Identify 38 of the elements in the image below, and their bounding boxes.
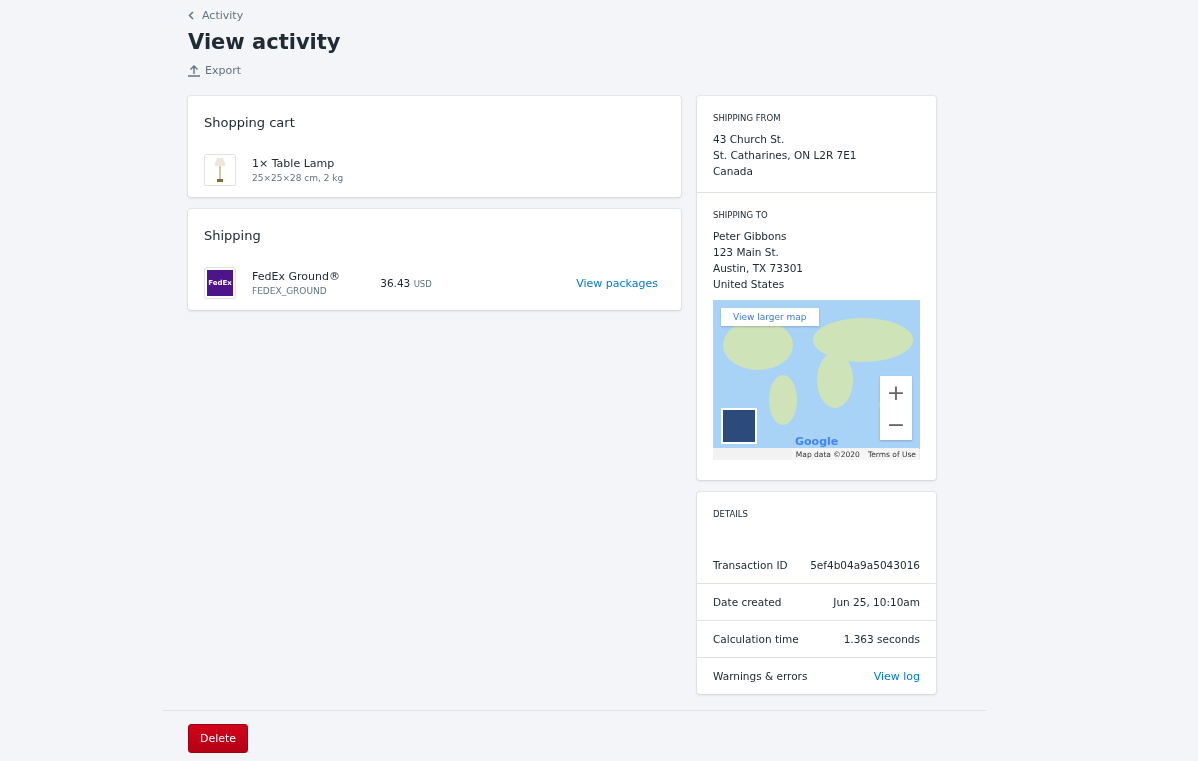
detail-label: Date created bbox=[713, 595, 782, 610]
detail-value: Jun 25, 10:10am bbox=[833, 595, 920, 610]
map-logo: Google bbox=[795, 435, 839, 448]
section-heading: SHIPPING TO bbox=[713, 210, 769, 220]
address-line: Austin, TX 73301 bbox=[713, 261, 805, 276]
address-line: 123 Main St. bbox=[713, 245, 780, 260]
page-title: View activity bbox=[188, 30, 342, 54]
upload-icon bbox=[188, 64, 200, 77]
detail-label: Warnings & errors bbox=[713, 669, 808, 684]
address-line: Peter Gibbons bbox=[713, 229, 788, 244]
chevron-left-icon bbox=[188, 11, 194, 20]
detail-label: Transaction ID bbox=[713, 558, 788, 573]
view-packages-link[interactable]: View packages bbox=[576, 276, 658, 290]
detail-value: 5ef4b04a9a5043016 bbox=[810, 558, 920, 573]
back-link[interactable]: Activity bbox=[188, 9, 1198, 22]
item-dimensions: 25×25×28 cm, 2 kg bbox=[252, 173, 344, 183]
detail-value: 1.363 seconds bbox=[843, 632, 920, 647]
address-line: United States bbox=[713, 277, 786, 292]
view-log-link[interactable]: View log bbox=[873, 669, 920, 683]
item-name: 1× Table Lamp bbox=[252, 157, 336, 170]
address-line: St. Catharines, ON L2R 7E1 bbox=[713, 148, 858, 163]
rate-price: 36.43 USD bbox=[380, 277, 433, 289]
view-larger-map-link[interactable]: View larger map bbox=[721, 308, 819, 326]
card-title: Shipping bbox=[203, 227, 262, 243]
zoom-out-button[interactable]: − bbox=[880, 408, 912, 440]
satellite-toggle[interactable] bbox=[721, 408, 757, 444]
service-code: FEDEX_GROUND bbox=[252, 286, 328, 296]
detail-label: Calculation time bbox=[713, 632, 799, 647]
zoom-in-button[interactable]: + bbox=[880, 376, 912, 408]
delete-button[interactable]: Delete bbox=[188, 724, 248, 753]
address-line: Canada bbox=[713, 164, 754, 179]
section-heading: SHIPPING FROM bbox=[713, 113, 782, 123]
export-link[interactable]: Export bbox=[188, 64, 1198, 77]
card-title: Shopping cart bbox=[203, 114, 296, 130]
section-heading: DETAILS bbox=[713, 509, 749, 519]
service-name: FedEx Ground® bbox=[252, 270, 340, 283]
lamp-icon bbox=[214, 158, 226, 182]
address-line: 43 Church St. bbox=[713, 132, 786, 147]
